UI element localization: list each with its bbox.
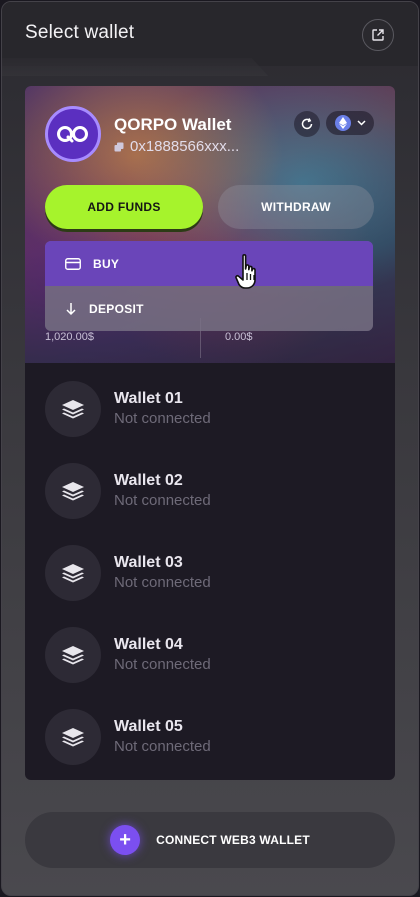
page-title: Select wallet xyxy=(25,22,135,43)
wallet-avatar xyxy=(45,106,101,162)
hand-cursor-icon xyxy=(235,254,256,289)
card-icon xyxy=(65,257,81,270)
dropdown-item-deposit-label: DEPOSIT xyxy=(89,301,144,316)
dropdown-item-deposit[interactable]: DEPOSIT xyxy=(45,286,373,331)
layers-icon xyxy=(45,463,101,519)
refresh-icon xyxy=(301,118,313,130)
network-selector[interactable] xyxy=(326,111,374,135)
dropdown-item-buy-label: BUY xyxy=(93,256,120,271)
wallet-card: QORPO Wallet 0x1888566xxx... ADD FUNDS W… xyxy=(25,86,395,780)
chevron-down-icon xyxy=(356,120,366,126)
balance-right: 0.00$ xyxy=(225,331,253,343)
wallet-name: Wallet 02 xyxy=(114,472,183,489)
wallet-name: Wallet 03 xyxy=(114,554,183,571)
ethereum-icon xyxy=(334,115,351,131)
connect-web3-wallet-button[interactable]: + CONNECT WEB3 WALLET xyxy=(25,812,395,868)
wallet-list-item[interactable]: Wallet 02 Not connected xyxy=(25,450,395,532)
refresh-button[interactable] xyxy=(294,111,320,137)
wallet-status: Not connected xyxy=(114,656,211,673)
wallet-list: Wallet 01 Not connected Wallet 02 Not co… xyxy=(25,368,395,778)
header: Select wallet xyxy=(2,2,418,66)
wallet-list-item[interactable]: Wallet 04 Not connected xyxy=(25,614,395,696)
layers-icon xyxy=(45,381,101,437)
wallet-list-item[interactable]: Wallet 01 Not connected xyxy=(25,368,395,450)
wallet-list-item[interactable]: Wallet 05 Not connected xyxy=(25,696,395,778)
layers-icon xyxy=(45,545,101,601)
withdraw-button[interactable]: WITHDRAW xyxy=(218,185,374,229)
external-link-icon xyxy=(372,29,384,41)
wallet-list-item[interactable]: Wallet 03 Not connected xyxy=(25,532,395,614)
wallet-name: Wallet 05 xyxy=(114,718,183,735)
balance-left: 1,020.00$ xyxy=(45,331,94,343)
layers-icon xyxy=(45,709,101,765)
add-funds-dropdown: BUY DEPOSIT xyxy=(45,241,373,331)
external-link-button[interactable] xyxy=(362,19,394,51)
wallet-address-text: 0x1888566xxx... xyxy=(130,138,240,155)
wallet-status: Not connected xyxy=(114,574,211,591)
wallet-status: Not connected xyxy=(114,738,211,755)
wallet-name: Wallet 04 xyxy=(114,636,183,653)
arrow-down-icon xyxy=(66,302,76,315)
add-funds-button[interactable]: ADD FUNDS xyxy=(45,185,203,229)
dropdown-item-buy[interactable]: BUY xyxy=(45,241,373,286)
layers-icon xyxy=(45,627,101,683)
wallet-address[interactable]: 0x1888566xxx... xyxy=(114,138,239,155)
wallet-status: Not connected xyxy=(114,492,211,509)
wallet-name: QORPO Wallet xyxy=(114,115,232,134)
copy-icon[interactable] xyxy=(114,142,124,152)
wallet-status: Not connected xyxy=(114,410,211,427)
qorpo-logo-icon xyxy=(57,126,88,143)
wallet-name: Wallet 01 xyxy=(114,390,183,407)
connect-web3-wallet-label: CONNECT WEB3 WALLET xyxy=(156,833,310,847)
plus-icon: + xyxy=(110,825,141,855)
